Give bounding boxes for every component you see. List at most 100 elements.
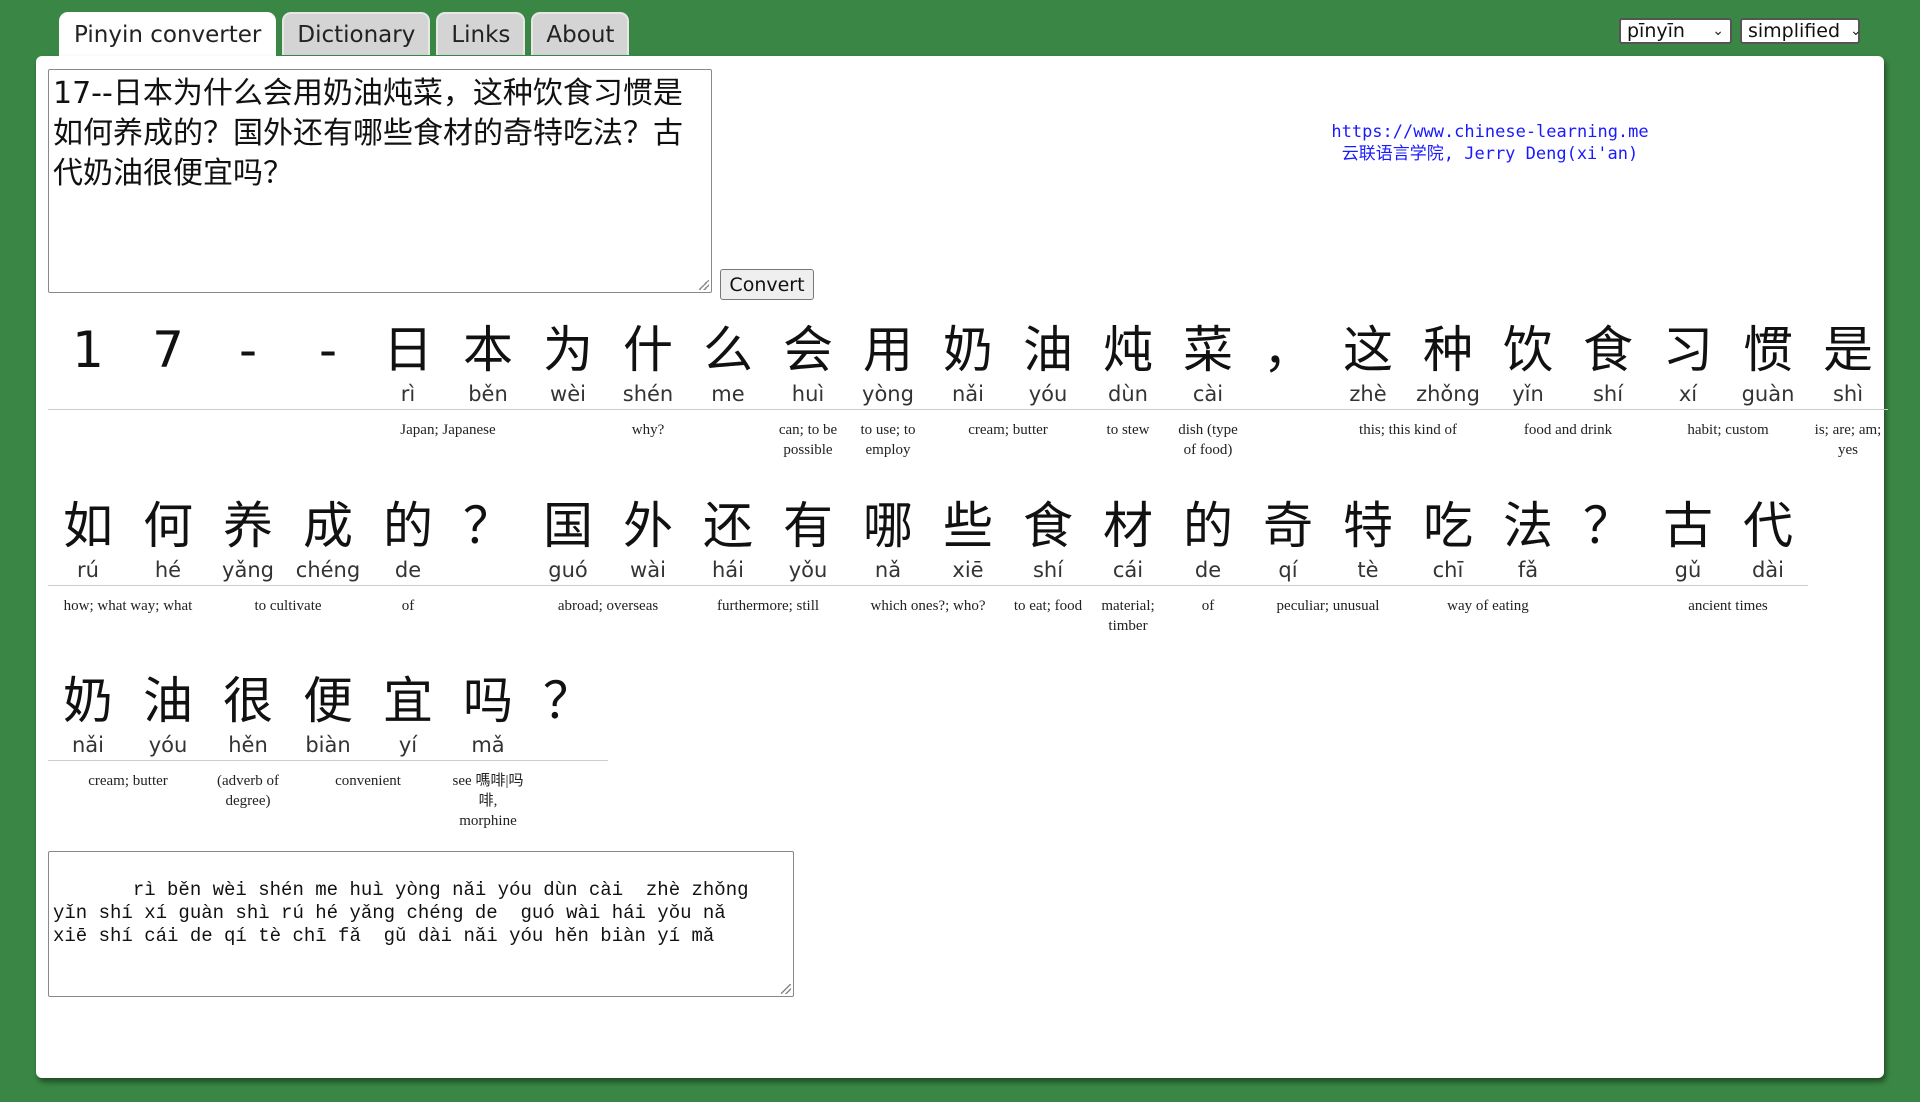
definition-gloss: peculiar; unusual — [1276, 598, 1380, 614]
char-cell: 如 rú — [48, 497, 128, 586]
char-cell: 饮 yǐn — [1488, 321, 1568, 410]
pinyin-output[interactable]: rì běn wèi shén me huì yòng nǎi yóu dùn … — [48, 851, 794, 997]
char-cell: 惯 guàn — [1728, 321, 1808, 410]
pinyin-syllable: me — [688, 379, 768, 410]
char-row: 奶 nǎi 油 yóu 很 hěn 便 biàn 宜 yí 吗 mǎ？ — [48, 672, 608, 761]
hanzi-char: - — [318, 321, 338, 379]
hanzi-char: 这 — [1343, 321, 1393, 379]
definition-gloss: cream; butter — [88, 773, 168, 789]
tone-mode-select[interactable]: pīnyīn ⌄ — [1619, 18, 1732, 44]
char-cell: 代 dài — [1728, 497, 1808, 586]
pinyin-syllable — [528, 730, 608, 761]
pinyin-syllable: nǎi — [48, 730, 128, 761]
hanzi-char: 本 — [463, 321, 513, 379]
credit-block: https://www.chinese-learning.me 云联语言学院, … — [1300, 121, 1680, 165]
char-cell: 日 rì — [368, 321, 448, 410]
hanzi-char: 奶 — [63, 672, 113, 730]
pinyin-syllable: nǎ — [848, 555, 928, 586]
char-cell: 的 de — [368, 497, 448, 586]
definition-gloss: convenient — [335, 773, 401, 789]
char-cell: 食 shí — [1568, 321, 1648, 410]
hanzi-char: 食 — [1023, 497, 1073, 555]
pinyin-syllable: dùn — [1088, 379, 1168, 410]
char-cell: 是 shì — [1808, 321, 1888, 410]
pinyin-syllable — [448, 555, 528, 586]
char-cell: 会 huì — [768, 321, 848, 410]
char-cell: 7 — [128, 321, 208, 410]
pinyin-syllable: yóu — [1008, 379, 1088, 410]
hanzi-char: ？ — [543, 672, 593, 730]
hanzi-char: 代 — [1743, 497, 1793, 555]
resize-handle[interactable] — [699, 280, 709, 290]
hanzi-char: 什 — [623, 321, 673, 379]
convert-button[interactable]: Convert — [720, 269, 814, 300]
hanzi-char: 惯 — [1743, 321, 1793, 379]
definition-gloss: how; what way; what — [63, 598, 193, 614]
resize-handle[interactable] — [781, 984, 791, 994]
pinyin-syllable: rú — [48, 555, 128, 586]
tab-pinyin-converter[interactable]: Pinyin converter — [59, 12, 277, 57]
hanzi-char: 养 — [223, 497, 273, 555]
credit-author: 云联语言学院, Jerry Deng(xi'an) — [1341, 144, 1639, 164]
char-cell: 古 gǔ — [1648, 497, 1728, 586]
char-cell: ？ — [528, 672, 608, 761]
char-cell: 的 de — [1168, 497, 1248, 586]
tab-dictionary[interactable]: Dictionary — [282, 12, 431, 55]
pinyin-syllable: guó — [528, 555, 608, 586]
pinyin-syllable: chī — [1408, 555, 1488, 586]
pinyin-syllable: wèi — [528, 379, 608, 410]
hanzi-char: 哪 — [863, 497, 913, 555]
credit-url[interactable]: https://www.chinese-learning.me — [1300, 121, 1680, 143]
hanzi-char: - — [238, 321, 258, 379]
chinese-input[interactable]: 17--日本为什么会用奶油炖菜，这种饮食习惯是如何养成的？国外还有哪些食材的奇特… — [48, 69, 712, 293]
definition-gloss: is; are; am; yes — [1814, 422, 1882, 458]
pinyin-syllable: shì — [1808, 379, 1888, 410]
definition-gloss: why? — [631, 422, 665, 438]
char-cell: 油 yóu — [1008, 321, 1088, 410]
pinyin-syllable: gǔ — [1648, 555, 1728, 586]
char-row: 如 rú 何 hé 养 yǎng 成 chéng 的 de？国 guó 外 wài 还 hái 有 yǒu 哪 nǎ… — [48, 497, 1808, 586]
hanzi-char: 特 — [1343, 497, 1393, 555]
pinyin-syllable — [288, 379, 368, 410]
pinyin-syllable: de — [368, 555, 448, 586]
hanzi-char: 油 — [1023, 321, 1073, 379]
pinyin-syllable — [1568, 555, 1648, 586]
hanzi-char: 日 — [383, 321, 433, 379]
pinyin-syllable: yǐn — [1488, 379, 1568, 410]
tab-links[interactable]: Links — [436, 12, 526, 55]
hanzi-char: 的 — [383, 497, 433, 555]
char-cell: 本 běn — [448, 321, 528, 410]
definition-gloss: material; timber — [1101, 598, 1155, 634]
char-cell: 还 hái — [688, 497, 768, 586]
pinyin-syllable: wài — [608, 555, 688, 586]
definition-gloss: of — [1201, 598, 1215, 614]
hanzi-char: 吗 — [463, 672, 513, 730]
char-cell: 奶 nǎi — [48, 672, 128, 761]
pinyin-syllable: yí — [368, 730, 448, 761]
hanzi-char: 7 — [152, 321, 184, 379]
hanzi-char: 些 — [943, 497, 993, 555]
definition-gloss: (adverb of degree) — [216, 773, 280, 809]
hanzi-char: 法 — [1503, 497, 1553, 555]
pinyin-syllable: cài — [1168, 379, 1248, 410]
pinyin-syllable: běn — [448, 379, 528, 410]
definition-gloss: to eat; food — [1013, 598, 1083, 614]
pinyin-syllable: guàn — [1728, 379, 1808, 410]
hanzi-char: 为 — [543, 321, 593, 379]
tab-about[interactable]: About — [531, 12, 630, 55]
hanzi-char: 有 — [783, 497, 833, 555]
options-bar: pīnyīn ⌄ simplified ⌄ — [1619, 18, 1862, 44]
definition-gloss: to stew — [1106, 422, 1150, 438]
char-cell: 油 yóu — [128, 672, 208, 761]
hanzi-char: 材 — [1103, 497, 1153, 555]
pinyin-syllable: hái — [688, 555, 768, 586]
pinyin-syllable: yòng — [848, 379, 928, 410]
hanzi-char: 国 — [543, 497, 593, 555]
char-cell: 宜 yí — [368, 672, 448, 761]
pinyin-syllable: dài — [1728, 555, 1808, 586]
definition-gloss: cream; butter — [968, 422, 1048, 438]
pinyin-syllable — [128, 379, 208, 410]
char-cell: - — [208, 321, 288, 410]
definition-gloss: can; to be possible — [778, 422, 838, 458]
script-select[interactable]: simplified ⌄ — [1740, 18, 1862, 44]
